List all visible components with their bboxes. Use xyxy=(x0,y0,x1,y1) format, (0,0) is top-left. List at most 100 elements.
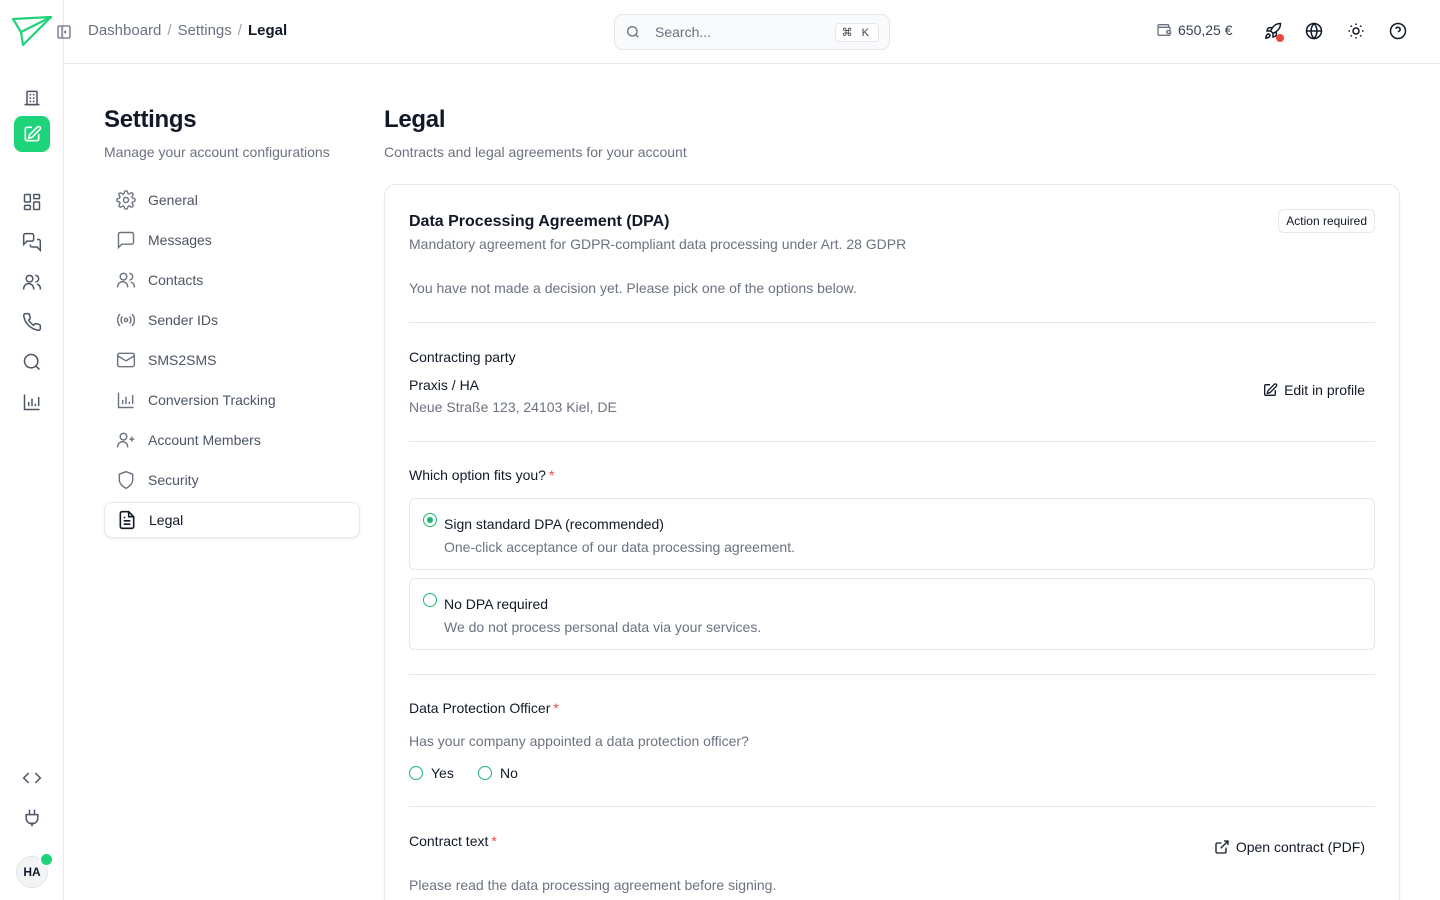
contract-text-label: Contract text * xyxy=(409,833,497,849)
search-input[interactable]: Search... ⌘ K xyxy=(614,14,890,50)
dpo-label-text: Data Protection Officer xyxy=(409,700,551,716)
radio-no-dpa[interactable] xyxy=(423,593,437,607)
option-title: Sign standard DPA (recommended) xyxy=(444,516,664,532)
nav-item-sms2sms[interactable]: SMS2SMS xyxy=(104,342,360,378)
required-marker: * xyxy=(548,467,555,483)
dpo-no-option[interactable]: No xyxy=(478,765,518,781)
nav-item-label: Sender IDs xyxy=(148,312,219,328)
breadcrumb-separator: / xyxy=(237,22,242,39)
divider xyxy=(409,441,1375,442)
nav-item-label: Messages xyxy=(148,232,212,248)
dashboard-icon[interactable] xyxy=(14,184,50,220)
nav-item-security[interactable]: Security xyxy=(104,462,360,498)
code-icon[interactable] xyxy=(14,760,50,796)
settings-nav: General Messages Contacts Sender IDs SMS… xyxy=(104,182,360,542)
breadcrumb-separator: / xyxy=(167,22,172,39)
nav-item-messages[interactable]: Messages xyxy=(104,222,360,258)
nav-item-label: Legal xyxy=(149,512,184,528)
page-subtitle: Contracts and legal agreements for your … xyxy=(384,144,687,160)
app-rail: HA xyxy=(0,0,64,900)
radio-dpo-no[interactable] xyxy=(478,766,492,780)
settings-header: Settings Manage your account configurati… xyxy=(104,106,330,160)
option-description: One-click acceptance of our data process… xyxy=(444,539,795,555)
settings-subtitle: Manage your account configurations xyxy=(104,144,330,160)
nav-item-conversion-tracking[interactable]: Conversion Tracking xyxy=(104,382,360,418)
search-icon[interactable] xyxy=(14,344,50,380)
plug-icon[interactable] xyxy=(14,800,50,836)
dpo-yes-label: Yes xyxy=(431,765,454,781)
breadcrumb-settings[interactable]: Settings xyxy=(178,22,232,39)
search-shortcut: ⌘ K xyxy=(834,22,879,42)
users-icon[interactable] xyxy=(14,264,50,300)
top-bar: Dashboard / Settings / Legal Search... ⌘… xyxy=(57,0,1440,64)
analytics-icon[interactable] xyxy=(14,384,50,420)
building-icon[interactable] xyxy=(14,80,50,116)
contract-text-label-text: Contract text xyxy=(409,833,489,849)
message-icon xyxy=(117,231,135,250)
dpo-label: Data Protection Officer * xyxy=(409,700,559,716)
party-address: Neue Straße 123, 24103 Kiel, DE xyxy=(409,399,617,415)
option-sign-standard-dpa[interactable]: Sign standard DPA (recommended) One-clic… xyxy=(409,498,1375,570)
radio-sign-standard[interactable] xyxy=(423,513,437,527)
balance-display[interactable]: 650,25 € xyxy=(1156,22,1233,38)
status-badge: Action required xyxy=(1278,209,1375,233)
search-placeholder: Search... xyxy=(655,24,712,40)
edit-icon[interactable] xyxy=(14,116,50,152)
phone-icon[interactable] xyxy=(14,304,50,340)
help-icon[interactable] xyxy=(1389,22,1409,42)
radio-dpo-yes[interactable] xyxy=(409,766,423,780)
settings-title: Settings xyxy=(104,106,197,133)
dpa-card: Data Processing Agreement (DPA) Mandator… xyxy=(384,184,1400,900)
document-icon xyxy=(119,510,135,530)
user-plus-icon xyxy=(116,432,135,448)
app-logo[interactable] xyxy=(10,14,54,50)
wallet-icon xyxy=(1157,24,1172,36)
nav-item-label: Account Members xyxy=(148,432,261,448)
nav-item-label: Security xyxy=(148,472,199,488)
edit-in-profile-label: Edit in profile xyxy=(1284,382,1365,398)
open-contract-label: Open contract (PDF) xyxy=(1235,839,1365,855)
broadcast-icon xyxy=(116,313,136,327)
nav-item-label: SMS2SMS xyxy=(148,352,217,368)
breadcrumb-dashboard[interactable]: Dashboard xyxy=(88,22,161,39)
sun-icon[interactable] xyxy=(1347,22,1367,42)
nav-item-general[interactable]: General xyxy=(104,182,360,218)
contract-note: Please read the data processing agreemen… xyxy=(409,877,777,893)
nav-item-label: Conversion Tracking xyxy=(148,392,276,408)
globe-icon[interactable] xyxy=(1305,22,1325,42)
nav-item-legal[interactable]: Legal xyxy=(104,502,360,538)
shield-icon xyxy=(118,470,134,490)
breadcrumb-legal: Legal xyxy=(247,22,288,39)
gear-icon xyxy=(116,190,136,210)
divider xyxy=(409,806,1375,807)
open-contract-button[interactable]: Open contract (PDF) xyxy=(1214,839,1365,855)
edit-in-profile-button[interactable]: Edit in profile xyxy=(1262,382,1365,398)
legal-header: Legal Contracts and legal agreements for… xyxy=(384,106,687,160)
option-title: No DPA required xyxy=(444,596,549,612)
bar-chart-icon xyxy=(117,392,134,409)
search-icon xyxy=(627,26,639,38)
required-marker: * xyxy=(491,833,497,849)
chat-icon[interactable] xyxy=(14,224,50,260)
option-no-dpa[interactable]: No DPA required We do not process person… xyxy=(409,578,1375,650)
contracting-party-label: Contracting party xyxy=(409,349,516,365)
users-icon xyxy=(116,272,136,288)
sidebar-toggle-icon[interactable] xyxy=(56,24,72,40)
nav-item-account-members[interactable]: Account Members xyxy=(104,422,360,458)
nav-item-contacts[interactable]: Contacts xyxy=(104,262,360,298)
online-status-dot xyxy=(39,852,54,867)
divider xyxy=(409,674,1375,675)
party-name: Praxis / HA xyxy=(409,377,480,393)
decision-note: You have not made a decision yet. Please… xyxy=(409,280,857,296)
edit-icon xyxy=(1264,383,1278,396)
option-description: We do not process personal data via your… xyxy=(444,619,762,635)
dpa-title: Data Processing Agreement (DPA) xyxy=(409,213,670,230)
nav-item-label: Contacts xyxy=(148,272,204,288)
external-link-icon xyxy=(1215,840,1229,854)
nav-item-sender-ids[interactable]: Sender IDs xyxy=(104,302,360,338)
page-title: Legal xyxy=(384,106,446,133)
mail-icon xyxy=(116,352,136,368)
balance-amount: 650,25 € xyxy=(1178,22,1233,38)
dpo-yes-option[interactable]: Yes xyxy=(409,765,454,781)
rocket-icon[interactable] xyxy=(1264,22,1284,42)
